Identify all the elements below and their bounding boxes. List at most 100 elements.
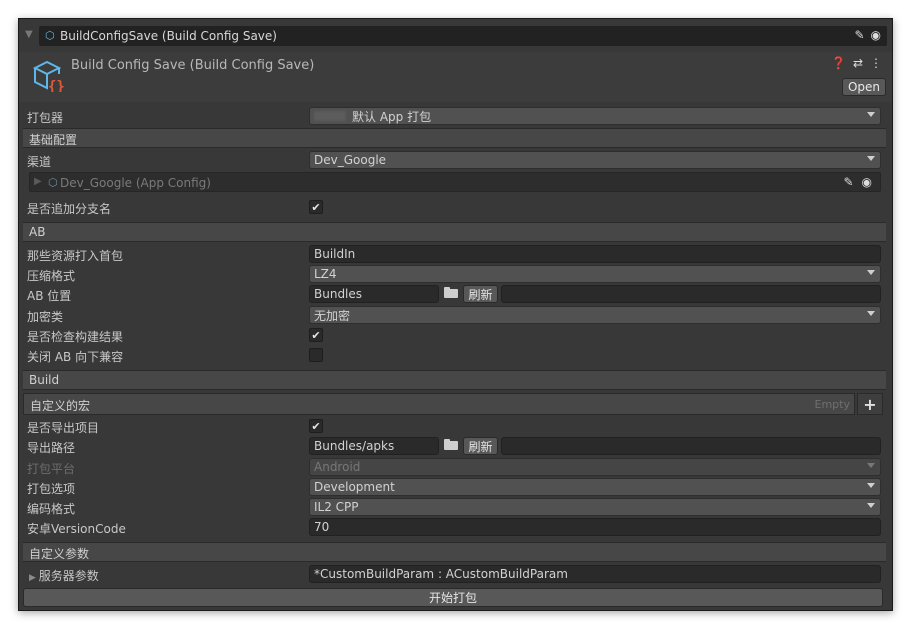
- chevron-down-icon: [867, 112, 875, 117]
- folder-icon[interactable]: [444, 439, 458, 450]
- encoding-row: 编码格式 IL2 CPP: [25, 497, 885, 517]
- options-row: 打包选项 Development: [25, 477, 885, 497]
- append-branch-checkbox[interactable]: ✔: [309, 200, 323, 214]
- export-project-row: 是否导出项目 ✔: [25, 416, 885, 436]
- options-label: 打包选项: [27, 482, 76, 496]
- server-params-field[interactable]: *CustomBuildParam : ACustomBuildParam: [309, 565, 881, 583]
- compress-dropdown[interactable]: LZ4: [309, 265, 881, 283]
- folder-icon[interactable]: [444, 287, 458, 298]
- packer-dropdown[interactable]: 默认 App 打包: [309, 107, 881, 125]
- script-cube-icon: ⬡: [45, 29, 55, 42]
- check-build-row: 是否检查构建结果 ✔: [25, 325, 885, 345]
- title-bar: ▼ ⬡ BuildConfigSave (Build Config Save) …: [19, 19, 892, 52]
- channel-ref-actions: ✎ ◉: [843, 175, 872, 189]
- macro-list-header[interactable]: 自定义的宏 Empty: [23, 393, 855, 415]
- check-build-label: 是否检查构建结果: [27, 330, 124, 344]
- compress-value: LZ4: [314, 267, 337, 281]
- help-icon[interactable]: ❓: [831, 56, 846, 70]
- chevron-down-icon: [867, 156, 875, 161]
- compress-label: 压缩格式: [27, 269, 76, 283]
- first-pack-row: 那些资源打入首包 BuildIn: [25, 244, 885, 264]
- checkmark-icon: ✔: [311, 328, 321, 342]
- export-refresh-button[interactable]: 刷新: [463, 437, 498, 455]
- encoding-value: IL2 CPP: [314, 500, 359, 514]
- collapse-arrow-icon[interactable]: ▼: [25, 29, 33, 40]
- section-custom-params-label: 自定义参数: [29, 547, 90, 561]
- channel-label: 渠道: [27, 155, 52, 169]
- plus-icon: +: [863, 394, 877, 414]
- chevron-down-icon: [867, 311, 875, 316]
- expand-arrow-icon[interactable]: ▶: [34, 176, 42, 187]
- options-value: Development: [314, 480, 395, 494]
- export-path-row: 导出路径 Bundles/apks 刷新: [25, 436, 885, 456]
- chevron-down-icon: [867, 270, 875, 275]
- header-title: Build Config Save (Build Config Save): [71, 58, 315, 73]
- script-cube-icon: ⬡: [48, 176, 58, 189]
- encrypt-label: 加密类: [27, 310, 64, 324]
- pencil-icon[interactable]: ✎: [843, 175, 853, 189]
- channel-ref-field[interactable]: ▶ ⬡ Dev_Google (App Config) ✎ ◉: [29, 172, 881, 192]
- target-icon[interactable]: ◉: [862, 175, 872, 189]
- encrypt-row: 加密类 无加密: [25, 305, 885, 325]
- server-params-label-wrap[interactable]: ▶ 服务器参数: [29, 567, 99, 584]
- start-build-button[interactable]: 开始打包: [23, 588, 883, 607]
- encrypt-dropdown[interactable]: 无加密: [309, 306, 881, 324]
- packer-blurred-icon: [314, 111, 346, 121]
- add-macro-button[interactable]: +: [857, 393, 883, 415]
- scriptable-object-icon: {}: [32, 60, 65, 92]
- channel-value: Dev_Google: [314, 153, 387, 167]
- section-build-label: Build: [29, 373, 60, 387]
- ab-location-input[interactable]: Bundles: [309, 285, 439, 303]
- encoding-dropdown[interactable]: IL2 CPP: [309, 498, 881, 516]
- check-build-checkbox[interactable]: ✔: [309, 328, 323, 342]
- expand-arrow-icon[interactable]: ▶: [29, 573, 39, 583]
- packer-row: 打包器 默认 App 打包: [25, 106, 885, 126]
- inspector-header: {} Build Config Save (Build Config Save)…: [19, 52, 892, 102]
- version-code-label: 安卓VersionCode: [27, 522, 126, 536]
- platform-label: 打包平台: [27, 462, 76, 476]
- channel-row: 渠道 Dev_Google: [25, 150, 885, 170]
- append-branch-row: 是否追加分支名 ✔: [25, 197, 885, 217]
- open-button[interactable]: Open: [842, 78, 886, 96]
- chevron-down-icon: [867, 483, 875, 488]
- export-path-input[interactable]: Bundles/apks: [309, 437, 439, 455]
- preset-icon[interactable]: ⇄: [853, 56, 863, 70]
- ab-location-label: AB 位置: [27, 289, 72, 303]
- disable-compat-checkbox[interactable]: [309, 348, 323, 362]
- macro-empty-text: Empty: [814, 398, 850, 411]
- export-project-label: 是否导出项目: [27, 421, 100, 435]
- header-actions: ❓ ⇄ ⋮: [831, 56, 882, 70]
- export-project-checkbox[interactable]: ✔: [309, 419, 323, 433]
- export-path-label: 导出路径: [27, 441, 76, 455]
- ab-location-row: AB 位置 Bundles 刷新: [25, 284, 885, 304]
- macro-label: 自定义的宏: [30, 399, 91, 413]
- version-code-input[interactable]: 70: [309, 518, 881, 536]
- export-path-extra-field[interactable]: [501, 437, 881, 455]
- menu-dots-icon[interactable]: ⋮: [870, 56, 882, 70]
- pencil-icon[interactable]: ✎: [854, 28, 864, 42]
- section-build[interactable]: Build: [23, 370, 886, 390]
- section-ab[interactable]: AB: [23, 222, 886, 242]
- svg-text:{}: {}: [48, 79, 65, 92]
- encrypt-value: 无加密: [314, 308, 351, 323]
- object-field[interactable]: ⬡ BuildConfigSave (Build Config Save) ✎ …: [39, 26, 887, 46]
- section-ab-label: AB: [29, 225, 46, 239]
- first-pack-input[interactable]: BuildIn: [309, 245, 881, 263]
- options-dropdown[interactable]: Development: [309, 478, 881, 496]
- chevron-down-icon: [867, 503, 875, 508]
- server-params-label: 服务器参数: [38, 569, 99, 583]
- ab-location-extra-field[interactable]: [501, 285, 881, 303]
- target-icon[interactable]: ◉: [871, 28, 881, 42]
- section-custom-params[interactable]: 自定义参数: [23, 542, 886, 562]
- channel-dropdown[interactable]: Dev_Google: [309, 151, 881, 169]
- disable-compat-row: 关闭 AB 向下兼容: [25, 345, 885, 365]
- section-basic-label: 基础配置: [29, 133, 78, 147]
- section-basic[interactable]: 基础配置: [23, 128, 886, 148]
- encoding-label: 编码格式: [27, 502, 76, 516]
- server-params-row: ▶ 服务器参数 *CustomBuildParam : ACustomBuild…: [25, 564, 885, 584]
- packer-value: 默认 App 打包: [352, 109, 432, 124]
- platform-value: Android: [314, 460, 361, 474]
- first-pack-label: 那些资源打入首包: [27, 249, 124, 263]
- ab-refresh-button[interactable]: 刷新: [463, 285, 498, 303]
- disable-compat-label: 关闭 AB 向下兼容: [27, 350, 124, 364]
